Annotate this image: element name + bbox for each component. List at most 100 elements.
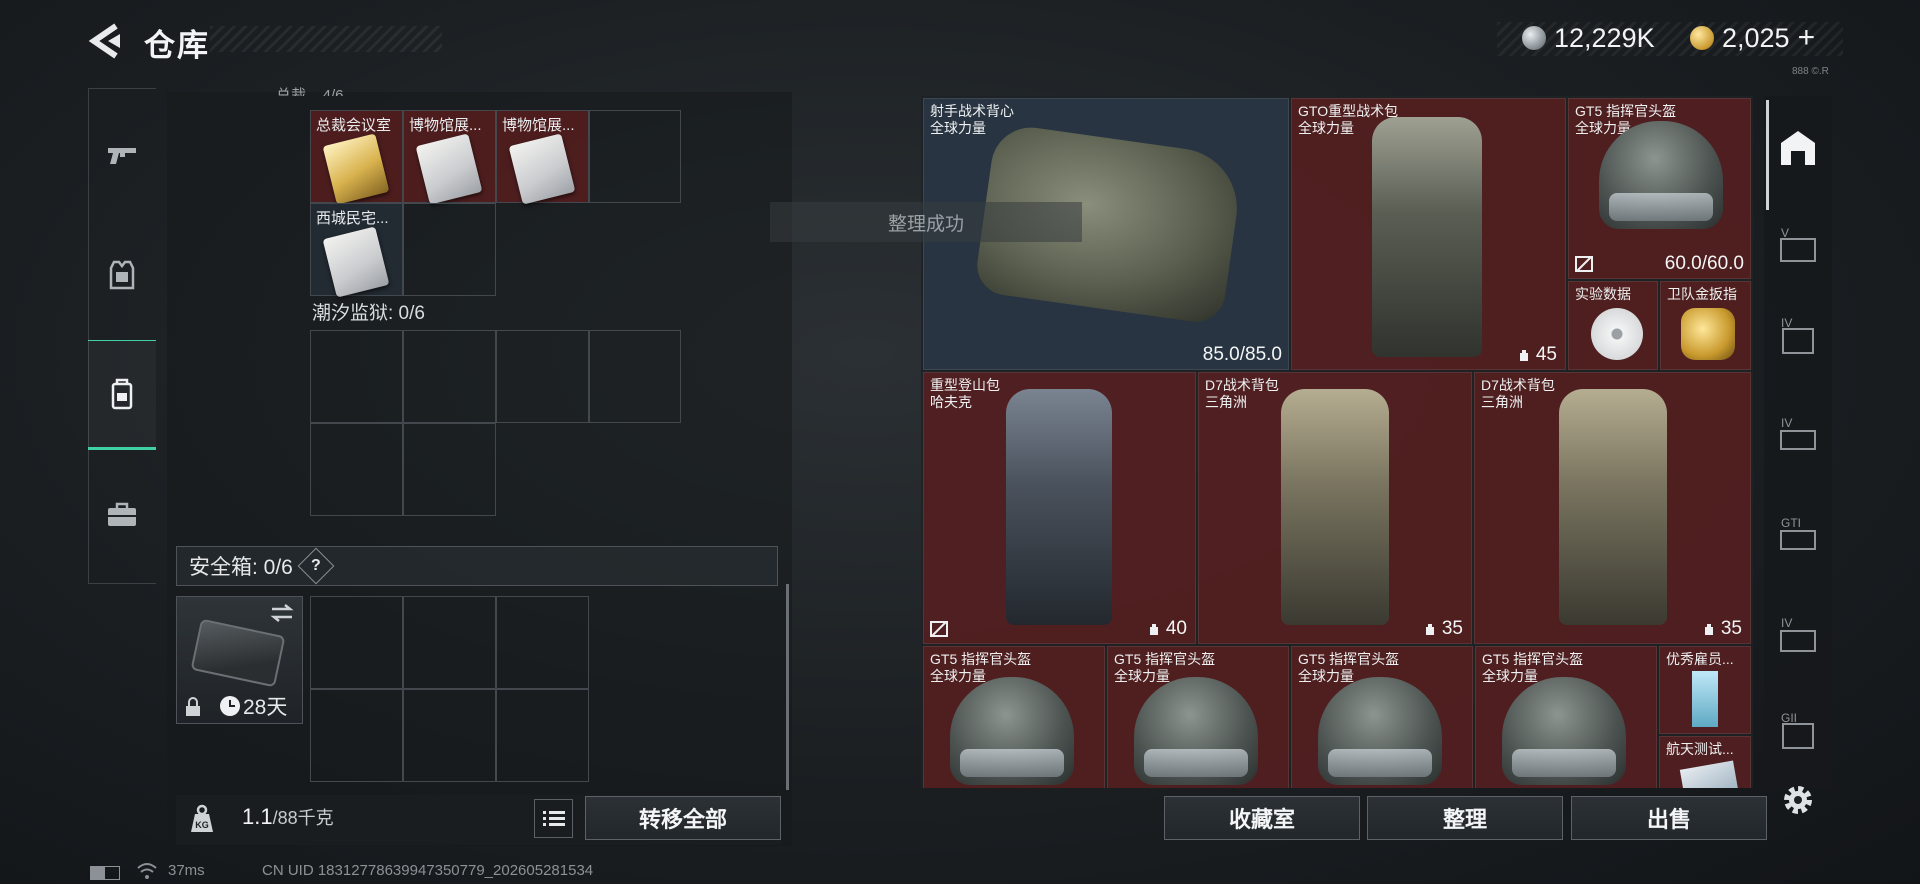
empty-slot[interactable] <box>403 596 496 689</box>
toast-message: 整理成功 <box>770 202 1082 242</box>
empty-slot[interactable] <box>496 689 589 782</box>
stash-item-trophy[interactable]: 优秀雇员... <box>1659 646 1751 734</box>
stash-tab-iv-alt[interactable]: IV <box>1766 400 1830 474</box>
empty-slot[interactable] <box>403 330 496 423</box>
empty-slot[interactable] <box>310 330 403 423</box>
stash-item-helmet[interactable]: GT5 指挥官头盔 全球力量 <box>923 646 1105 788</box>
stash-item-gto-pack[interactable]: GTO重型战术包 全球力量 45 <box>1291 98 1566 370</box>
empty-slot[interactable] <box>403 423 496 516</box>
swap-icon[interactable] <box>270 603 294 623</box>
stash-item-helmet[interactable]: GT5 指挥官头盔 全球力量 <box>1107 646 1289 788</box>
stash-item-heavy-pack[interactable]: 重型登山包 哈夫克 40 <box>923 372 1196 644</box>
empty-slot[interactable] <box>310 423 403 516</box>
no-insure-icon <box>930 621 948 637</box>
item-faction: 全球力量 <box>930 668 986 684</box>
empty-slot[interactable] <box>403 689 496 782</box>
svg-text:KG: KG <box>195 820 209 830</box>
inventory-item-card[interactable]: 博物馆展... <box>403 110 496 205</box>
item-capacity: 45 <box>1535 344 1557 365</box>
safebox-item[interactable]: 28天 <box>176 596 303 724</box>
empty-slot[interactable] <box>589 110 681 203</box>
gold-currency-value: 2,025 <box>1722 22 1790 53</box>
stash-tab-v[interactable]: V <box>1766 210 1830 284</box>
item-name: 优秀雇员... <box>1666 651 1734 667</box>
corner-tiny-text: 888 ©.R <box>1792 66 1829 77</box>
help-icon[interactable]: ? <box>297 547 335 585</box>
section2-label: 潮汐监狱: 0/6 <box>312 303 425 324</box>
inventory-scrollbar[interactable] <box>786 584 789 790</box>
item-durability: 60.0/60.0 <box>1664 253 1744 274</box>
stash-tab-gii[interactable]: GII <box>1766 695 1830 769</box>
stash-item-space-test[interactable]: 航天测试... <box>1659 736 1751 788</box>
stash-item-ring[interactable]: 卫队金扳指 <box>1660 281 1751 370</box>
section1-label: 总裁... 4/6 <box>276 87 344 96</box>
item-faction: 全球力量 <box>1114 668 1170 684</box>
empty-slot[interactable] <box>310 689 403 782</box>
svg-text:IV: IV <box>1781 616 1792 630</box>
helmet-image <box>1134 677 1258 785</box>
stash-tab-iv[interactable]: IV <box>1766 300 1830 374</box>
stash-tab-home[interactable] <box>1766 110 1830 184</box>
list-view-button[interactable] <box>534 799 573 838</box>
stash-item-d7-pack[interactable]: D7战术背包 三角洲 35 <box>1474 372 1751 644</box>
empty-slot[interactable] <box>496 330 589 423</box>
settings-gear-icon[interactable] <box>1778 780 1818 820</box>
inventory-item-card[interactable]: 西城民宅... <box>310 203 403 298</box>
stash-item-helmet[interactable]: GT5 指挥官头盔 全球力量 <box>1291 646 1473 788</box>
stash-item-helmet[interactable]: GT5 指挥官头盔 全球力量 <box>1475 646 1657 788</box>
add-currency-button[interactable]: + <box>1798 21 1816 55</box>
item-name: D7战术背包 <box>1481 377 1555 393</box>
weight-total: /88千克 <box>272 808 334 828</box>
silver-currency[interactable]: 12,229K <box>1522 20 1655 56</box>
item-name: GT5 指挥官头盔 <box>930 651 1032 667</box>
capacity-icon <box>1519 349 1528 361</box>
weight-value: 1.1 <box>242 804 273 829</box>
collection-room-button[interactable]: 收藏室 <box>1164 796 1360 840</box>
nav-weapons[interactable] <box>88 100 156 210</box>
item-name: D7战术背包 <box>1205 377 1279 393</box>
transfer-all-button[interactable]: 转移全部 <box>585 796 781 840</box>
inventory-item-card[interactable]: 总裁会议室 <box>310 110 403 205</box>
empty-slot[interactable] <box>496 596 589 689</box>
keycard-icon <box>322 226 390 298</box>
item-faction: 三角洲 <box>1205 394 1247 410</box>
item-faction: 全球力量 <box>1298 668 1354 684</box>
back-arrow-icon[interactable] <box>86 22 126 60</box>
item-name: 卫队金扳指 <box>1667 286 1737 302</box>
item-capacity: 40 <box>1165 618 1187 639</box>
stash-tab-gti[interactable]: GTI <box>1766 500 1830 574</box>
item-name: 西城民宅... <box>316 210 389 227</box>
stash-item-data[interactable]: 实验数据 <box>1568 281 1658 370</box>
item-name: 航天测试... <box>1666 741 1734 757</box>
stash-tab-iv-third[interactable]: IV <box>1766 600 1830 674</box>
empty-slot[interactable] <box>589 330 681 423</box>
keycard-icon <box>322 133 390 205</box>
svg-text:IV: IV <box>1781 316 1792 330</box>
backpack-image <box>1281 389 1389 625</box>
helmet-image <box>1318 677 1442 785</box>
inventory-item-card[interactable]: 博物馆展... <box>496 110 589 205</box>
stash-item-helmet[interactable]: GT5 指挥官头盔 全球力量 60.0/60.0 <box>1568 98 1751 279</box>
nav-armor[interactable] <box>88 220 156 330</box>
pistol-icon <box>108 148 136 164</box>
stash-item-d7-pack[interactable]: D7战术背包 三角洲 35 <box>1198 372 1472 644</box>
section2-grid <box>310 330 681 516</box>
nav-backpack[interactable] <box>88 340 156 450</box>
empty-slot[interactable] <box>403 203 496 296</box>
sell-button[interactable]: 出售 <box>1571 796 1767 840</box>
item-name: 总裁会议室 <box>316 117 392 134</box>
battery-icon <box>90 866 120 880</box>
item-name: GT5 指挥官头盔 <box>1298 651 1400 667</box>
silver-currency-value: 12,229K <box>1554 22 1655 53</box>
gold-currency[interactable]: 2,025 + <box>1690 20 1815 56</box>
section1-grid: 总裁会议室 博物馆展... 博物馆展... 西城民宅... <box>310 110 681 298</box>
backpack-image <box>1006 389 1112 625</box>
secure-case-icon <box>190 618 286 688</box>
empty-slot[interactable] <box>310 596 403 689</box>
item-name: GTO重型战术包 <box>1298 103 1399 119</box>
wifi-icon <box>137 863 157 879</box>
nav-briefcase[interactable] <box>88 460 156 570</box>
silver-coin-icon <box>1522 26 1546 50</box>
sort-button[interactable]: 整理 <box>1367 796 1563 840</box>
tier-v-icon: V <box>1780 226 1816 262</box>
